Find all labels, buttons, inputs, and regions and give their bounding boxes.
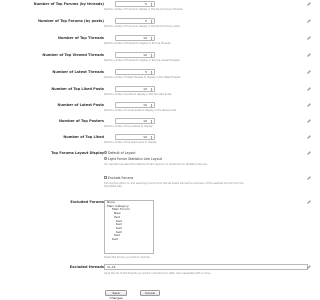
number-input[interactable]: 5 ▲ ▼: [115, 69, 155, 75]
setting-label: Number of Top Posters: [59, 119, 104, 123]
number-input[interactable]: 10 ▲ ▼: [115, 134, 155, 140]
radio-selected-icon: [104, 151, 107, 155]
edit-pencil-icon[interactable]: [307, 53, 311, 57]
setting-label: Number of Top Liked Posts: [51, 87, 104, 91]
number-input-value: 10: [143, 135, 147, 139]
edit-pencil-icon[interactable]: [307, 200, 311, 204]
edit-pencil-icon[interactable]: [307, 87, 311, 91]
layout-display-desc: You can/will use select the default of m…: [104, 163, 208, 166]
setting-desc: Set the number of top posters to display…: [104, 125, 153, 128]
setting-desc: Set the number of forums to display in t…: [104, 8, 184, 11]
number-input-value: 10: [143, 53, 147, 57]
radio-default-layout[interactable]: Default of Layout: [104, 151, 136, 155]
edit-pencil-icon[interactable]: [307, 103, 311, 107]
edit-pencil-icon[interactable]: [307, 70, 311, 74]
number-input[interactable]: 10 ▲ ▼: [115, 35, 155, 41]
number-input[interactable]: 5 ▲ ▼: [115, 18, 155, 24]
setting-label: Number of Top Forums (by posts): [38, 19, 104, 23]
number-input-value: 10: [143, 87, 147, 91]
exclude-forums-desc-2: Top/Latest lists.: [104, 185, 123, 188]
edit-pencil-icon[interactable]: [307, 176, 311, 180]
radio-default-label: Default of Layout: [108, 151, 136, 155]
setting-desc: Set the number of forums to display in t…: [104, 25, 181, 28]
spinner-arrows-icon[interactable]: ▲ ▼: [150, 37, 153, 41]
edit-pencil-icon[interactable]: [307, 19, 311, 23]
setting-desc: Set the number of threads to display in …: [104, 42, 171, 45]
exclude-forums-desc-1: Turning this option on and selecting for…: [104, 182, 244, 185]
edit-pencil-icon[interactable]: [307, 36, 311, 40]
number-input-value: 10: [143, 103, 147, 107]
layout-display-label: Top Forums Layout Display: [51, 151, 104, 155]
radio-unselected-icon: [104, 157, 107, 161]
spinner-arrows-icon[interactable]: ▲ ▼: [150, 88, 153, 92]
setting-desc: Set the number of latest threads to disp…: [104, 76, 182, 79]
edit-pencil-icon[interactable]: [307, 265, 311, 269]
excluded-threads-input[interactable]: 11,24: [104, 264, 308, 270]
number-input-value: 10: [143, 119, 147, 123]
setting-desc: Set the number of recent posts to displa…: [104, 109, 177, 112]
setting-desc: Set the number of posts to display in th…: [104, 93, 172, 96]
exclude-forums-checkbox-label: Exclude Forums: [108, 176, 134, 180]
exclude-forums-checkbox[interactable]: Exclude Forums: [104, 176, 133, 180]
edit-pencil-icon[interactable]: [307, 135, 311, 139]
excluded-threads-desc: Input the ids of the threads you want to…: [104, 272, 211, 275]
setting-desc: Set the number of top liked users to dis…: [104, 141, 157, 144]
number-input-value: 5: [145, 2, 147, 6]
setting-desc: Set the number of threads to display in …: [104, 59, 181, 62]
spinner-arrows-icon[interactable]: ▲ ▼: [150, 71, 153, 75]
setting-label: Number of Top Liked: [63, 135, 104, 139]
radio-light-layout[interactable]: Light Forum Statistics Like Layout: [104, 157, 162, 161]
forum-option[interactable]: test: [105, 237, 153, 242]
cancel-button[interactable]: Cancel: [140, 290, 160, 296]
number-input[interactable]: 10 ▲ ▼: [115, 86, 155, 92]
setting-label: Number of Latest Threads: [52, 70, 104, 74]
number-input-value: 5: [145, 70, 147, 74]
number-input[interactable]: 10 ▲ ▼: [115, 52, 155, 58]
spinner-arrows-icon[interactable]: ▲ ▼: [150, 120, 153, 124]
spinner-arrows-icon[interactable]: ▲ ▼: [150, 104, 153, 108]
number-input[interactable]: 5 ▲ ▼: [115, 1, 155, 7]
number-input-value: 10: [143, 36, 147, 40]
edit-pencil-icon[interactable]: [307, 119, 311, 123]
excluded-threads-label: Excluded threads: [69, 265, 104, 269]
excluded-forums-label: Excluded Forums: [70, 200, 104, 204]
edit-pencil-icon[interactable]: [307, 151, 311, 155]
excluded-forums-listbox[interactable]: None Main Category Main Forum New Test test te…: [104, 200, 154, 254]
edit-pencil-icon[interactable]: [307, 2, 311, 6]
spinner-arrows-icon[interactable]: ▲ ▼: [150, 136, 153, 140]
spinner-arrows-icon[interactable]: ▲ ▼: [150, 3, 153, 7]
save-changes-button[interactable]: Save Changes: [105, 290, 127, 300]
number-input[interactable]: 10 ▲ ▼: [115, 102, 155, 108]
checkbox-icon: [104, 176, 107, 180]
spinner-arrows-icon[interactable]: ▲ ▼: [150, 54, 153, 58]
radio-light-label: Light Forum Statistics Like Layout: [108, 157, 162, 161]
number-input-value: 5: [145, 19, 147, 23]
setting-label: Number of Top Forums (by threads): [33, 2, 104, 6]
spinner-arrows-icon[interactable]: ▲ ▼: [150, 20, 153, 24]
excluded-forums-desc: Select the forums you wish to exclude.: [104, 256, 151, 259]
setting-label: Number of Top Viewed Threads: [42, 53, 104, 57]
setting-label: Number of Top Threads: [57, 36, 104, 40]
number-input[interactable]: 10 ▲ ▼: [115, 118, 155, 124]
setting-label: Number of Latest Posts: [57, 103, 104, 107]
